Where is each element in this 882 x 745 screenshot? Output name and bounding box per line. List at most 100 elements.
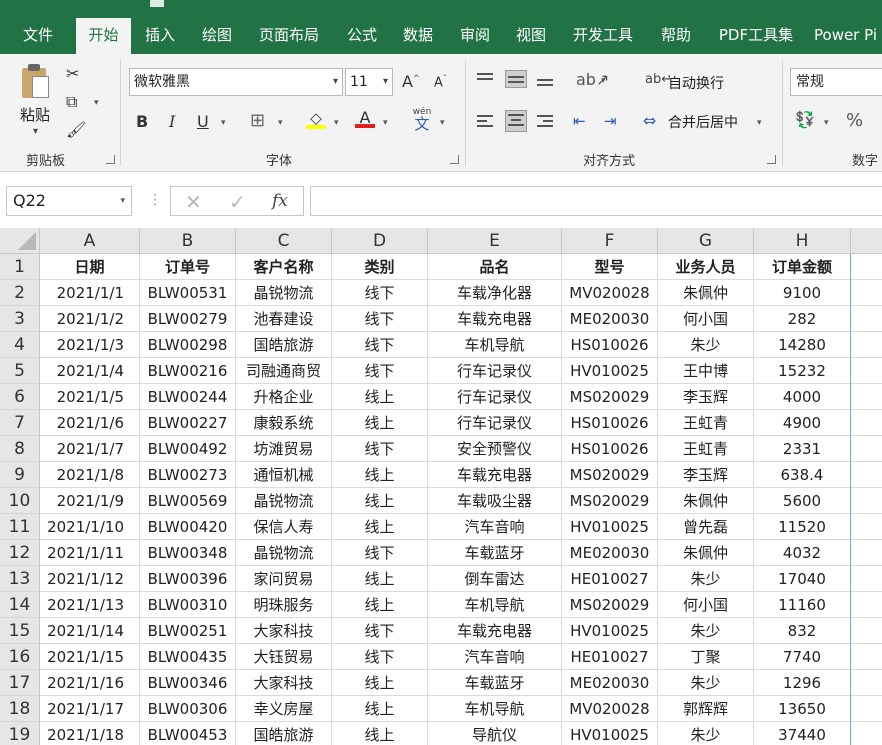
format-painter-icon[interactable]: 🖌 <box>66 120 86 139</box>
table-cell[interactable]: 线上 <box>332 384 428 410</box>
table-cell[interactable]: 线下 <box>332 540 428 566</box>
table-cell[interactable]: 晶锐物流 <box>236 540 332 566</box>
increase-font-size-button[interactable]: A^ <box>402 72 420 91</box>
table-cell[interactable]: 国皓旅游 <box>236 332 332 358</box>
underline-dropdown-icon[interactable]: ▾ <box>221 118 226 128</box>
table-cell[interactable]: 2021/1/16 <box>40 670 140 696</box>
table-cell[interactable]: HS010026 <box>562 332 658 358</box>
table-cell[interactable]: BLW00346 <box>140 670 236 696</box>
tab-draw[interactable]: 绘图 <box>195 16 239 54</box>
table-cell[interactable]: 朱佩仲 <box>658 540 754 566</box>
table-cell[interactable]: BLW00279 <box>140 306 236 332</box>
table-cell[interactable]: 王虹青 <box>658 410 754 436</box>
table-cell[interactable]: 13650 <box>754 696 851 722</box>
alignment-launcher-icon[interactable] <box>767 155 776 164</box>
table-cell[interactable]: 11520 <box>754 514 851 540</box>
table-cell[interactable]: 2021/1/18 <box>40 722 140 745</box>
table-cell[interactable]: MS020029 <box>562 488 658 514</box>
clipboard-launcher-icon[interactable] <box>106 155 115 164</box>
empty-cell[interactable] <box>851 332 882 358</box>
table-cell[interactable]: BLW00348 <box>140 540 236 566</box>
table-cell[interactable]: 9100 <box>754 280 851 306</box>
table-cell[interactable]: 行车记录仪 <box>428 358 562 384</box>
table-cell[interactable]: 朱佩仲 <box>658 488 754 514</box>
table-cell[interactable]: 郭辉辉 <box>658 696 754 722</box>
column-header-e[interactable]: E <box>428 228 562 254</box>
table-cell[interactable]: BLW00306 <box>140 696 236 722</box>
empty-cell[interactable] <box>851 306 882 332</box>
table-cell[interactable]: BLW00298 <box>140 332 236 358</box>
tab-home[interactable]: 开始 <box>76 18 131 54</box>
table-cell[interactable]: 王虹青 <box>658 436 754 462</box>
table-cell[interactable]: 4032 <box>754 540 851 566</box>
tab-power-pivot[interactable]: Power Pi <box>814 16 882 54</box>
table-cell[interactable]: 2021/1/15 <box>40 644 140 670</box>
row-header[interactable]: 8 <box>0 436 40 462</box>
accounting-dropdown-icon[interactable]: ▾ <box>824 118 829 128</box>
table-cell[interactable]: BLW00251 <box>140 618 236 644</box>
row-header[interactable]: 11 <box>0 514 40 540</box>
empty-cell[interactable] <box>851 566 882 592</box>
table-cell[interactable]: 线下 <box>332 436 428 462</box>
table-cell[interactable]: HV010025 <box>562 358 658 384</box>
paste-button[interactable]: 粘贴 <box>20 104 50 125</box>
table-header-cell[interactable]: 订单金额 <box>754 254 851 280</box>
merge-dropdown-icon[interactable]: ▾ <box>757 118 762 128</box>
table-cell[interactable]: BLW00435 <box>140 644 236 670</box>
formula-input[interactable] <box>310 186 882 216</box>
table-cell[interactable]: 4900 <box>754 410 851 436</box>
tab-view[interactable]: 视图 <box>509 16 553 54</box>
row-header[interactable]: 15 <box>0 618 40 644</box>
table-cell[interactable]: 线下 <box>332 306 428 332</box>
table-cell[interactable]: 线下 <box>332 280 428 306</box>
table-cell[interactable]: 行车记录仪 <box>428 410 562 436</box>
empty-cell[interactable] <box>851 280 882 306</box>
table-cell[interactable]: 汽车音响 <box>428 644 562 670</box>
table-cell[interactable]: BLW00273 <box>140 462 236 488</box>
table-cell[interactable]: 线下 <box>332 332 428 358</box>
table-cell[interactable]: 15232 <box>754 358 851 384</box>
row-header[interactable]: 10 <box>0 488 40 514</box>
formula-bar-grip-icon[interactable]: ⋮ <box>148 192 162 208</box>
select-all-button[interactable] <box>0 228 40 254</box>
table-cell[interactable]: 倒车雷达 <box>428 566 562 592</box>
borders-icon[interactable]: ⊞ <box>250 110 265 131</box>
table-cell[interactable]: BLW00420 <box>140 514 236 540</box>
table-cell[interactable]: 2021/1/3 <box>40 332 140 358</box>
empty-cell[interactable] <box>851 254 882 280</box>
decrease-indent-icon[interactable]: ⇤ <box>573 112 586 130</box>
table-cell[interactable]: 车机导航 <box>428 696 562 722</box>
fill-color-icon[interactable]: ◇ <box>306 108 326 129</box>
number-format-select[interactable]: 常规 <box>790 68 882 96</box>
empty-cell[interactable] <box>851 358 882 384</box>
percent-button[interactable]: % <box>846 110 863 131</box>
table-cell[interactable]: MS020029 <box>562 592 658 618</box>
table-cell[interactable]: 2021/1/4 <box>40 358 140 384</box>
table-cell[interactable]: 汽车音响 <box>428 514 562 540</box>
table-cell[interactable]: 车载充电器 <box>428 306 562 332</box>
table-cell[interactable]: 导航仪 <box>428 722 562 745</box>
empty-cell[interactable] <box>851 540 882 566</box>
table-cell[interactable]: 线上 <box>332 462 428 488</box>
table-cell[interactable]: BLW00227 <box>140 410 236 436</box>
increase-indent-icon[interactable]: ⇥ <box>604 112 617 130</box>
table-cell[interactable]: 线下 <box>332 618 428 644</box>
quick-access-icon[interactable] <box>150 0 164 7</box>
table-cell[interactable]: 2021/1/11 <box>40 540 140 566</box>
table-cell[interactable]: 车载蓝牙 <box>428 540 562 566</box>
wrap-text-button[interactable]: 自动换行 <box>668 73 724 93</box>
phonetic-guide-icon[interactable]: wén 文 <box>410 106 434 132</box>
column-header-h[interactable]: H <box>754 228 851 254</box>
table-cell[interactable]: HS010026 <box>562 436 658 462</box>
empty-cell[interactable] <box>851 436 882 462</box>
underline-button[interactable]: U <box>197 112 209 131</box>
table-cell[interactable]: 大家科技 <box>236 618 332 644</box>
table-cell[interactable]: ME020030 <box>562 306 658 332</box>
align-center-icon[interactable] <box>505 110 527 132</box>
font-color-icon[interactable]: A <box>355 108 375 128</box>
table-cell[interactable]: HV010025 <box>562 618 658 644</box>
table-cell[interactable]: 国皓旅游 <box>236 722 332 745</box>
table-cell[interactable]: 坊滩贸易 <box>236 436 332 462</box>
table-cell[interactable]: 车载蓝牙 <box>428 670 562 696</box>
row-header[interactable]: 5 <box>0 358 40 384</box>
